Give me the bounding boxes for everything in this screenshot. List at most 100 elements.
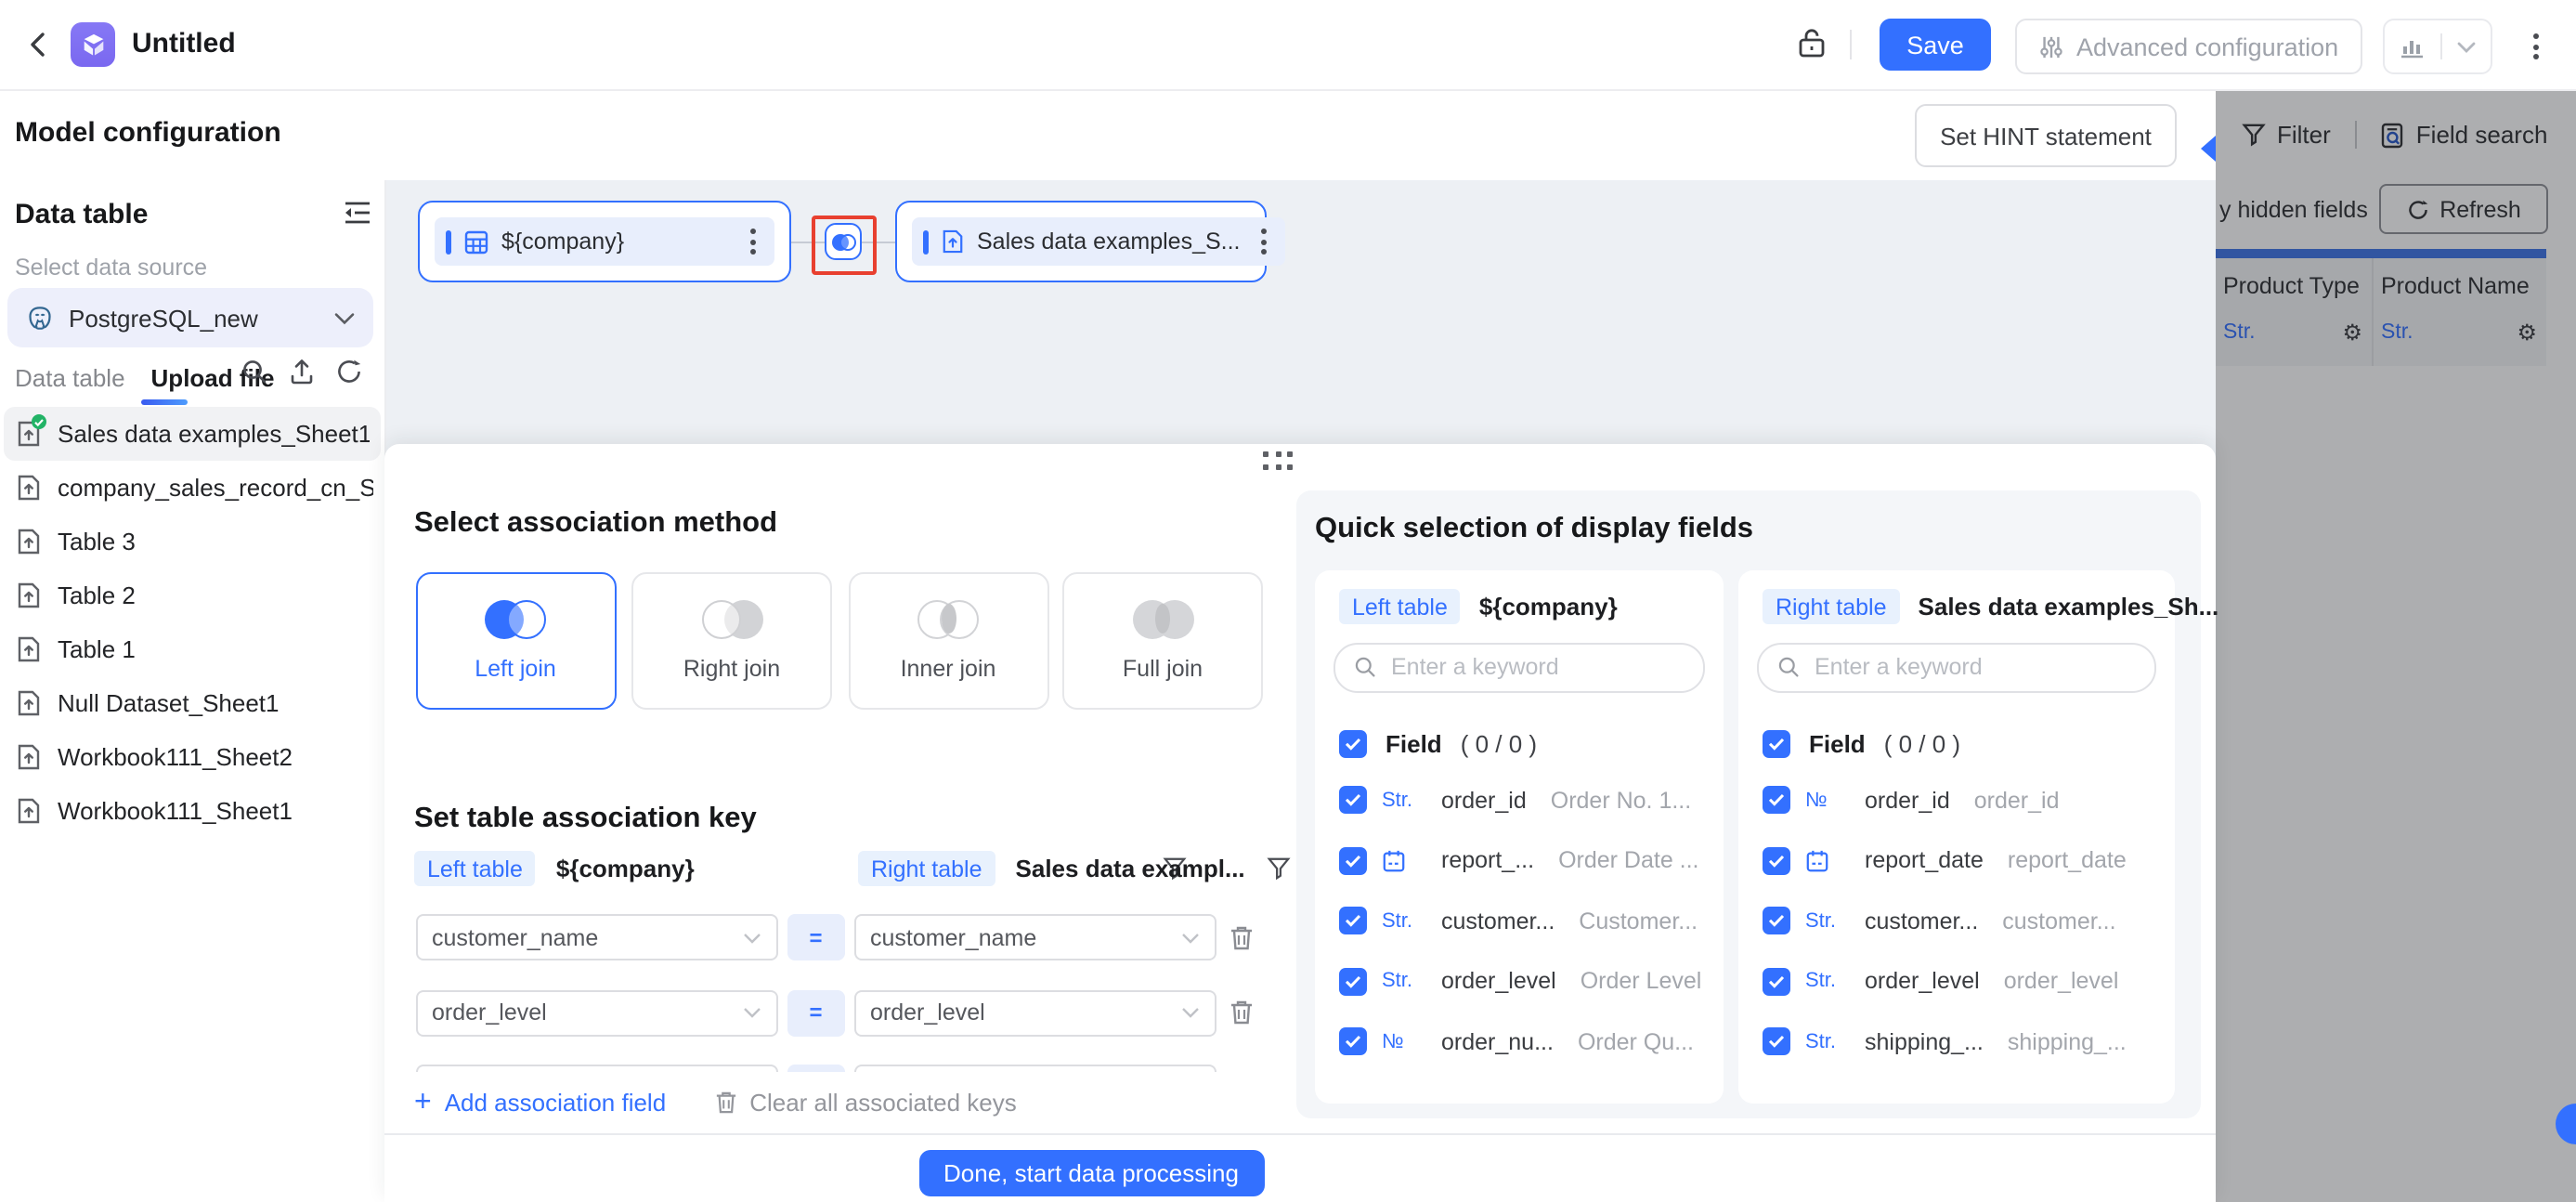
node-menu-icon[interactable]	[743, 221, 763, 262]
uploaded-file-icon	[17, 635, 41, 663]
field-checkbox[interactable]	[1763, 967, 1790, 995]
field-checkbox[interactable]	[1763, 846, 1790, 874]
app-window: Filter Field search y hidden fields Refr…	[0, 0, 2576, 1202]
keyword-search-box[interactable]	[1334, 642, 1705, 692]
association-method-title: Select association method	[414, 507, 778, 539]
uploaded-file-icon	[17, 689, 41, 717]
chevron-down-icon	[2457, 40, 2476, 53]
clear-all-keys-button[interactable]: Clear all associated keys	[714, 1088, 1017, 1116]
uploaded-file-icon	[17, 743, 41, 771]
more-menu-icon[interactable]	[2526, 26, 2546, 67]
sliders-icon	[2039, 34, 2063, 59]
field-row: Str. order_level order_level	[1763, 962, 2163, 999]
add-association-field-button[interactable]: + Add association field	[414, 1087, 666, 1117]
quick-left-table-card: Left table ${company} Field ( 0 / 0 )	[1315, 569, 1724, 1104]
inner-join-icon	[917, 599, 979, 638]
equals-operator: =	[787, 989, 845, 1036]
tab-data-table[interactable]: Data table	[15, 363, 125, 391]
advanced-configuration-button[interactable]: Advanced configuration	[2015, 19, 2363, 74]
trash-icon	[714, 1090, 736, 1114]
table-node-sales-data[interactable]: Sales data examples_S...	[895, 201, 1285, 282]
right-table-name: Sales data exampl...	[1015, 855, 1245, 882]
node-accent-bar	[923, 229, 929, 254]
delete-key-icon[interactable]	[1229, 924, 1254, 950]
association-key-row-partial	[415, 1065, 1216, 1072]
chart-tool-group[interactable]	[2383, 19, 2492, 74]
right-table-name: Sales data examples_Sh...	[1918, 593, 2219, 621]
field-checkbox[interactable]	[1339, 846, 1367, 874]
save-button[interactable]: Save	[1880, 19, 1991, 71]
select-data-source-label: Select data source	[15, 255, 208, 281]
node-label: Sales data examples_S...	[977, 229, 1241, 255]
table-list-item[interactable]: Workbook111_Sheet2	[0, 730, 384, 784]
node-accent-bar	[446, 229, 451, 254]
field-checkbox[interactable]	[1339, 907, 1367, 934]
field-checkbox[interactable]	[1763, 786, 1790, 814]
group-divider	[2440, 33, 2442, 59]
join-option-left-join[interactable]: Left join	[415, 571, 616, 709]
table-list-item[interactable]: Table 2	[0, 568, 384, 622]
left-table-name: ${company}	[1478, 593, 1618, 621]
bar-chart-icon	[2400, 34, 2426, 59]
field-row: Str. customer... Customer...	[1339, 902, 1712, 939]
select-all-checkbox[interactable]	[1339, 729, 1367, 757]
left-join-icon	[485, 599, 546, 638]
search-input[interactable]	[1811, 652, 2135, 682]
left-field-select[interactable]: customer_name	[415, 914, 778, 960]
postgresql-icon	[26, 304, 54, 332]
join-option-inner-join[interactable]: Inner join	[848, 571, 1048, 709]
table-list-item[interactable]: Table 1	[0, 622, 384, 676]
calendar-icon	[1382, 848, 1426, 872]
back-button[interactable]	[22, 28, 56, 61]
node-menu-icon[interactable]	[1254, 221, 1274, 262]
table-list-item[interactable]: Table 3	[0, 515, 384, 568]
done-button[interactable]: Done, start data processing	[918, 1150, 1264, 1196]
lock-icon[interactable]	[1796, 26, 1828, 59]
field-label: Field	[1809, 729, 1866, 757]
field-label: Field	[1386, 729, 1442, 757]
table-list-item[interactable]: Workbook111_Sheet1	[0, 784, 384, 838]
association-key-title: Set table association key	[414, 803, 757, 834]
left-field-select[interactable]: order_level	[415, 989, 778, 1036]
table-list-item[interactable]: company_sales_record_cn_Sheet1	[0, 461, 384, 515]
join-option-right-join[interactable]: Right join	[631, 571, 832, 709]
search-icon	[1354, 656, 1376, 678]
field-type-str: Str.	[1382, 970, 1413, 992]
table-list-item[interactable]: Sales data examples_Sheet1	[4, 407, 381, 461]
right-field-select[interactable]: customer_name	[853, 914, 1216, 960]
field-row: report_date report_date	[1763, 842, 2163, 879]
set-hint-statement-button[interactable]: Set HINT statement	[1915, 104, 2177, 167]
collapse-sidebar-icon[interactable]	[344, 201, 371, 225]
right-field-select[interactable]	[853, 1065, 1216, 1072]
field-checkbox[interactable]	[1339, 786, 1367, 814]
refresh-icon[interactable]	[336, 359, 362, 385]
delete-key-icon[interactable]	[1229, 999, 1254, 1026]
app-logo-icon	[71, 22, 115, 67]
field-checkbox[interactable]	[1339, 967, 1367, 995]
footer-divider	[384, 1133, 2216, 1135]
left-table-badge: Left table	[414, 851, 536, 886]
select-all-checkbox[interactable]	[1763, 729, 1790, 757]
table-node-company[interactable]: ${company}	[418, 201, 791, 282]
uploaded-file-icon	[17, 528, 41, 555]
quick-right-table-card: Right table Sales data examples_Sh... Fi…	[1738, 569, 2218, 1104]
field-checkbox[interactable]	[1763, 907, 1790, 934]
search-icon[interactable]	[241, 359, 267, 385]
filter-icon[interactable]	[1268, 856, 1292, 881]
table-list-item[interactable]: Null Dataset_Sheet1	[0, 676, 384, 730]
join-option-full-join[interactable]: Full join	[1062, 571, 1263, 709]
drag-handle[interactable]	[1263, 451, 1293, 469]
field-checkbox[interactable]	[1763, 1027, 1790, 1055]
uploaded-file-icon	[942, 229, 964, 255]
search-input[interactable]	[1387, 652, 1685, 682]
field-checkbox[interactable]	[1339, 1027, 1367, 1055]
right-field-select[interactable]: order_level	[853, 989, 1216, 1036]
modal-dim-overlay	[2216, 89, 2576, 1202]
left-field-select[interactable]	[415, 1065, 778, 1072]
field-panel-dimmed: Filter Field search y hidden fields Refr…	[2216, 89, 2576, 1202]
quick-selection-title: Quick selection of display fields	[1315, 512, 1754, 543]
keyword-search-box[interactable]	[1757, 642, 2155, 692]
datasource-select[interactable]: PostgreSQL_new	[7, 288, 373, 347]
collapse-panel-arrow[interactable]	[2201, 136, 2216, 162]
upload-icon[interactable]	[290, 359, 314, 385]
